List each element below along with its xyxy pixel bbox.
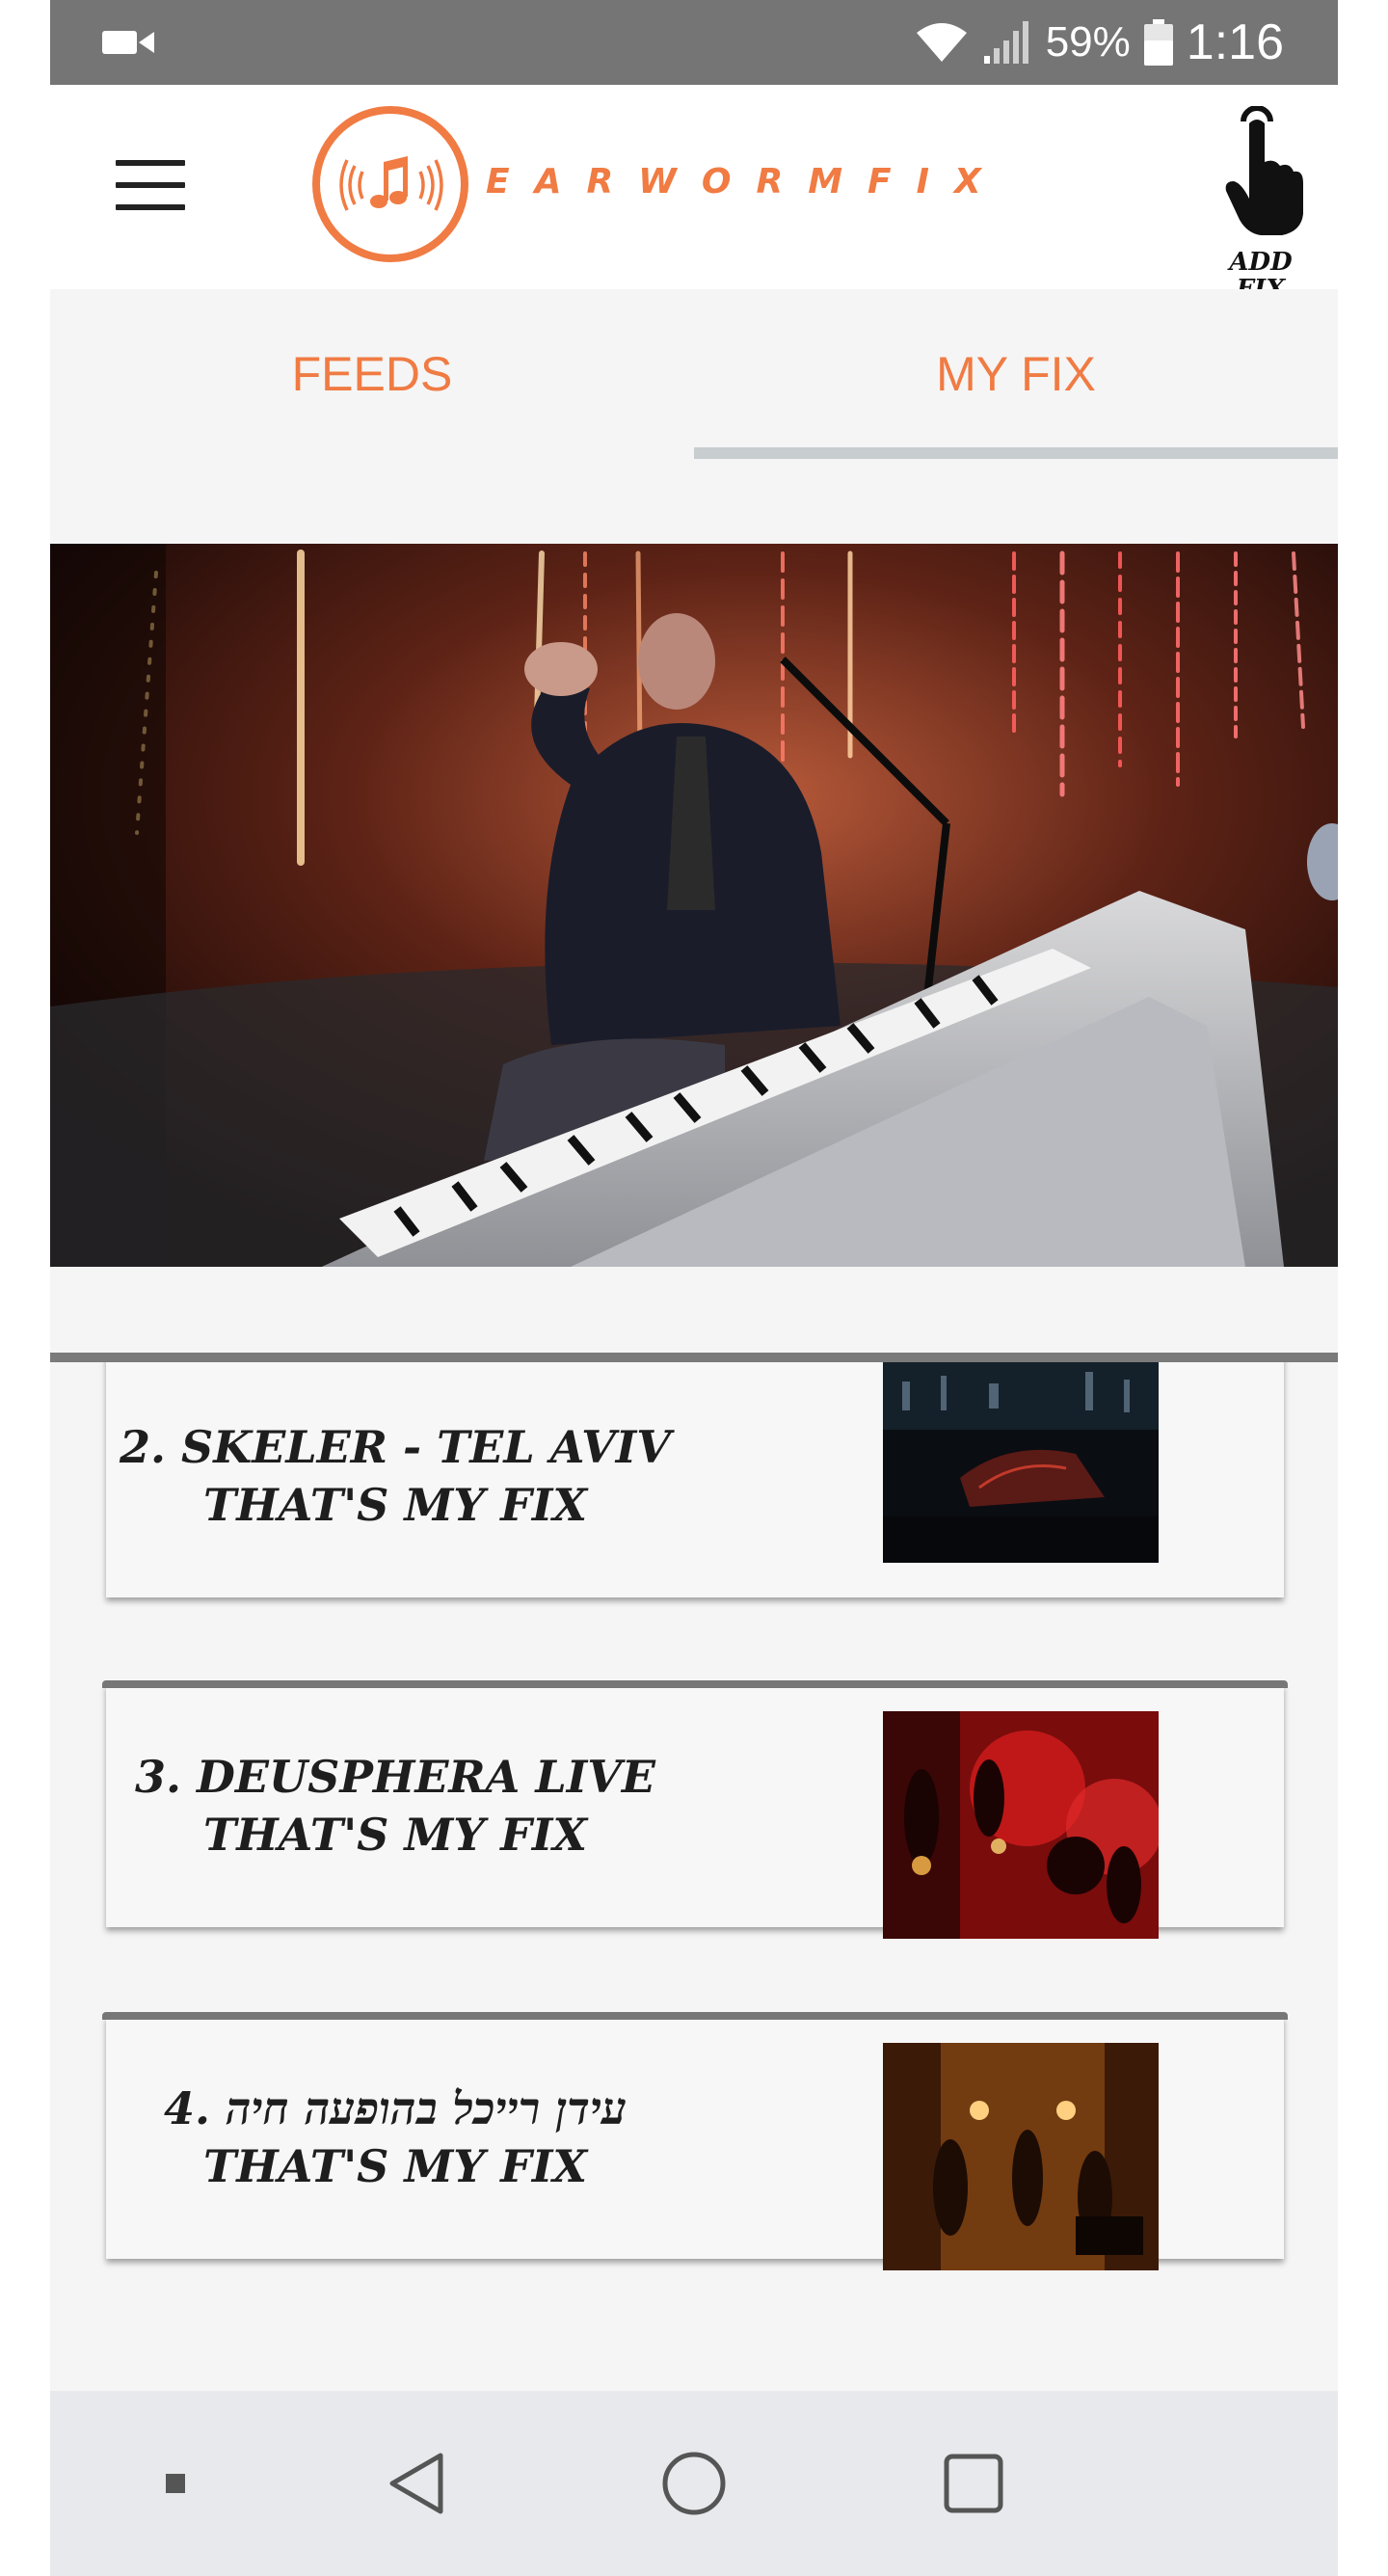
tab-feeds[interactable]: FEEDS: [50, 289, 694, 459]
hamburger-menu-icon[interactable]: [116, 160, 185, 210]
logo-ring: [312, 106, 468, 262]
playlist-item-thumbnail: [883, 2043, 1159, 2270]
android-nav-bar: [50, 2391, 1338, 2576]
playlist-item-subtitle: THAT'S MY FIX: [202, 1809, 588, 1861]
status-bar: 59% 1:16: [50, 0, 1338, 85]
playlist-item-text: 3. DEUSPHERA LIVE THAT'S MY FIX: [116, 1684, 675, 1927]
recents-square-icon[interactable]: [868, 2391, 1080, 2576]
video-camera-icon: [102, 31, 154, 54]
video-player[interactable]: [50, 544, 1338, 1267]
tab-my-fix[interactable]: MY FIX: [694, 289, 1338, 459]
home-circle-icon[interactable]: [588, 2391, 800, 2576]
app-screen: 59% 1:16 EARWORMFIX ADD FEEDS MY FIX 2. …: [50, 0, 1338, 2576]
logo-wordmark: EARWORMFIX: [486, 162, 1006, 201]
playlist-item-subtitle: THAT'S MY FIX: [202, 2140, 588, 2192]
battery-icon: [1143, 19, 1173, 66]
add-fix-button[interactable]: ADD FIX: [1213, 106, 1309, 303]
wifi-icon: [916, 23, 967, 62]
playlist-item-title: 3. DEUSPHERA LIVE: [135, 1751, 655, 1803]
earwormfix-logo: EARWORMFIX: [312, 104, 1026, 274]
playlist-item-text: 4. עידן רייכל בהופעה חיה THAT'S MY FIX: [116, 2016, 675, 2259]
app-header: EARWORMFIX ADD FIX: [50, 85, 1338, 303]
playlist-item-thumbnail: [883, 1362, 1159, 1563]
battery-percent: 59%: [1045, 18, 1131, 66]
playlist-item-title: 4. עידן רייכל בהופעה חיה: [163, 2082, 627, 2134]
playlist-item[interactable]: 2. SKELER - TEL AVIV THAT'S MY FIX: [106, 1362, 1284, 1597]
playlist-item-text: 2. SKELER - TEL AVIV THAT'S MY FIX: [116, 1362, 675, 1597]
clock: 1:16: [1186, 14, 1284, 70]
tab-feeds-label: FEEDS: [291, 347, 453, 401]
my-fix-content: 2. SKELER - TEL AVIV THAT'S MY FIX 3. DE…: [50, 459, 1338, 2391]
playlist-item-subtitle: THAT'S MY FIX: [202, 1479, 588, 1531]
small-square-icon[interactable]: [89, 2391, 262, 2576]
signal-icon: [983, 21, 1028, 64]
tap-hand-icon: [1225, 106, 1303, 235]
playlist-item-thumbnail: [883, 1711, 1159, 1939]
section-divider: [50, 1353, 1338, 1362]
playlist-item[interactable]: 3. DEUSPHERA LIVE THAT'S MY FIX: [102, 1680, 1288, 1939]
tab-bar: FEEDS MY FIX: [50, 289, 1338, 459]
concert-video-frame: [50, 544, 1338, 1267]
playlist-item-title: 2. SKELER - TEL AVIV: [120, 1421, 671, 1473]
tab-my-fix-label: MY FIX: [936, 347, 1096, 401]
music-wave-icon: [339, 156, 443, 211]
active-tab-indicator: [694, 447, 1338, 459]
playlist-item[interactable]: 4. עידן רייכל בהופעה חיה THAT'S MY FIX: [102, 2012, 1288, 2270]
fix-playlist: 2. SKELER - TEL AVIV THAT'S MY FIX 3. DE…: [50, 1362, 1338, 2391]
back-triangle-icon[interactable]: [310, 2391, 522, 2576]
